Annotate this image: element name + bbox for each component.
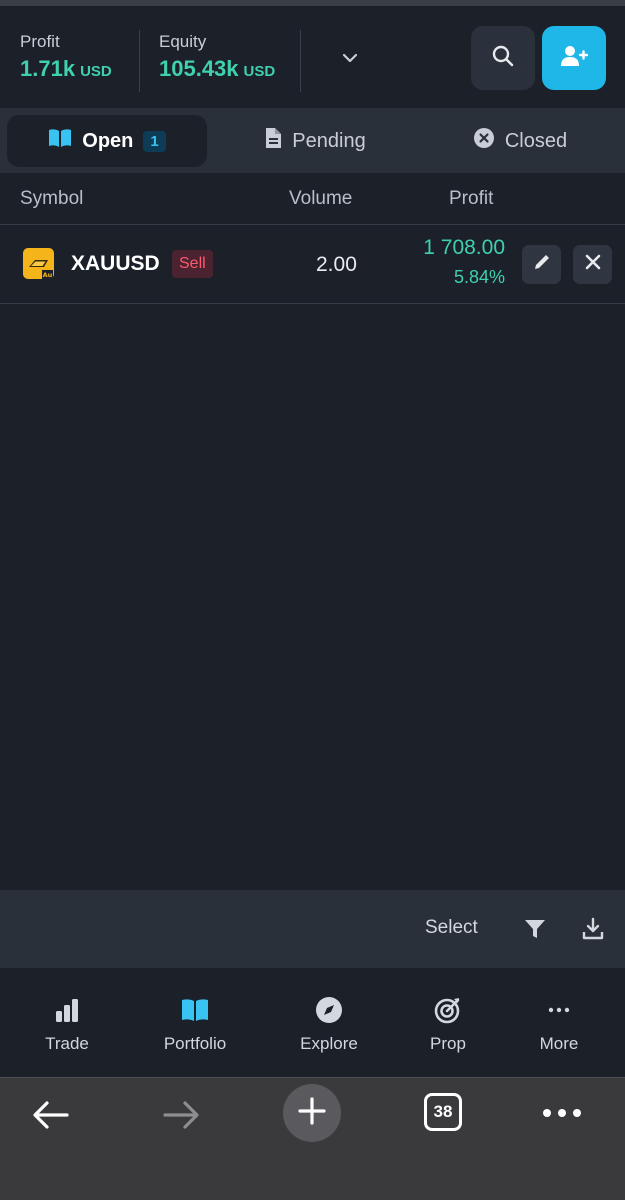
more-icon bbox=[509, 996, 609, 1024]
profit-amount: 1.71k bbox=[20, 56, 76, 81]
edit-position-button[interactable] bbox=[522, 245, 561, 284]
bottom-navigation: Trade Portfolio Explore Prop More bbox=[0, 968, 625, 1078]
nav-prop[interactable]: Prop bbox=[398, 996, 498, 1054]
tab-count-button[interactable]: 38 bbox=[424, 1093, 462, 1131]
volume-value: 2.00 bbox=[316, 253, 357, 276]
profit-currency: USD bbox=[80, 63, 112, 80]
browser-menu-icon[interactable] bbox=[540, 1098, 584, 1128]
column-header-symbol: Symbol bbox=[20, 188, 84, 209]
nav-more[interactable]: More bbox=[509, 996, 609, 1054]
equity-currency: USD bbox=[243, 63, 276, 80]
tab-closed[interactable]: Closed bbox=[430, 115, 610, 167]
nav-trade-label: Trade bbox=[45, 1034, 89, 1053]
table-header: Symbol Volume Profit bbox=[0, 173, 625, 225]
list-footer: Select bbox=[0, 890, 625, 968]
new-tab-button[interactable] bbox=[283, 1084, 341, 1142]
book-icon bbox=[145, 996, 245, 1024]
select-button[interactable]: Select bbox=[425, 917, 478, 939]
nav-portfolio-label: Portfolio bbox=[163, 1034, 227, 1053]
add-user-button[interactable] bbox=[542, 26, 606, 90]
profit-value: 1.71k USD bbox=[20, 56, 112, 82]
nav-more-label: More bbox=[539, 1034, 579, 1053]
close-position-button[interactable] bbox=[573, 245, 612, 284]
equity-amount: 105.43k bbox=[159, 56, 239, 81]
symbol-name: XAUUSD bbox=[71, 252, 160, 275]
close-icon bbox=[585, 254, 601, 275]
divider bbox=[300, 30, 301, 92]
target-icon bbox=[398, 996, 498, 1024]
nav-explore[interactable]: Explore bbox=[279, 996, 379, 1054]
open-count-badge: 1 bbox=[143, 130, 166, 152]
nav-prop-label: Prop bbox=[430, 1034, 466, 1053]
profit-amount-value: 1 708.00 bbox=[423, 236, 505, 259]
plus-icon bbox=[297, 1096, 327, 1131]
tab-pending-label: Pending bbox=[292, 129, 366, 152]
table-row[interactable]: Au XAUUSD Sell 2.00 1 708.00 5.84% bbox=[0, 226, 625, 304]
tab-open[interactable]: Open 1 bbox=[7, 115, 207, 167]
add-user-icon bbox=[560, 44, 589, 73]
equity-label: Equity bbox=[159, 32, 207, 51]
gold-bar-icon: Au bbox=[23, 248, 54, 279]
search-icon bbox=[491, 44, 515, 73]
nav-trade[interactable]: Trade bbox=[17, 996, 117, 1054]
nav-portfolio[interactable]: Portfolio bbox=[145, 996, 245, 1054]
download-icon[interactable] bbox=[581, 917, 605, 941]
pencil-icon bbox=[532, 252, 552, 277]
equity-value: 105.43k USD bbox=[159, 56, 275, 82]
tab-count: 38 bbox=[433, 1102, 453, 1121]
tab-open-label: Open bbox=[82, 129, 134, 152]
profit-label: Profit bbox=[20, 32, 60, 51]
forward-arrow-icon[interactable] bbox=[158, 1092, 204, 1138]
nav-explore-label: Explore bbox=[300, 1034, 358, 1053]
position-tabs: Open 1 Pending Closed bbox=[0, 108, 625, 173]
profit-stat: Profit 1.71k USD bbox=[20, 32, 112, 82]
sell-badge: Sell bbox=[172, 250, 213, 278]
document-icon bbox=[264, 127, 282, 155]
column-header-volume: Volume bbox=[289, 188, 353, 209]
bar-chart-icon bbox=[17, 996, 117, 1024]
column-header-profit: Profit bbox=[449, 188, 494, 209]
tab-pending[interactable]: Pending bbox=[225, 115, 405, 167]
chevron-down-icon[interactable] bbox=[338, 46, 362, 70]
compass-icon bbox=[279, 996, 379, 1024]
divider bbox=[139, 30, 140, 92]
book-icon bbox=[48, 128, 72, 154]
account-header: Profit 1.71k USD Equity 105.43k USD bbox=[0, 6, 625, 108]
tab-closed-label: Closed bbox=[504, 129, 568, 152]
profit-cell: 1 708.00 5.84% bbox=[423, 236, 505, 288]
filter-icon[interactable] bbox=[523, 917, 547, 941]
browser-toolbar: 38 bbox=[0, 1078, 625, 1200]
gold-bar-icon-label: Au bbox=[43, 271, 53, 279]
search-button[interactable] bbox=[471, 26, 535, 90]
back-arrow-icon[interactable] bbox=[28, 1092, 74, 1138]
equity-stat: Equity 105.43k USD bbox=[159, 32, 275, 82]
close-circle-icon bbox=[473, 127, 495, 155]
profit-percent-value: 5.84% bbox=[453, 267, 505, 287]
